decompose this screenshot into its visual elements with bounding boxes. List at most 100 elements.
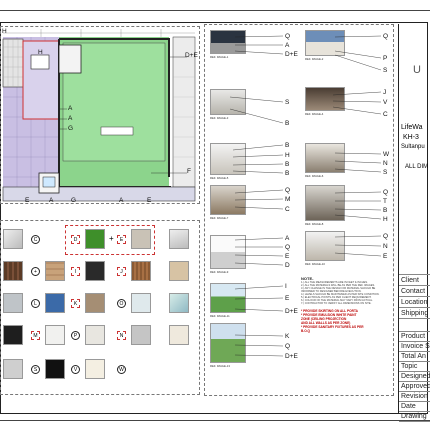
swatch-light-stone bbox=[85, 325, 105, 345]
ref-image-6 bbox=[305, 143, 345, 173]
tag-v: V bbox=[71, 365, 80, 374]
plan-tag-e-bottom-2: E bbox=[147, 197, 152, 204]
ref9-tag-e: E bbox=[285, 253, 290, 260]
ref-image-5 bbox=[210, 143, 246, 175]
ref6-tag-w: W bbox=[383, 151, 390, 158]
ref8-tag-t: T bbox=[383, 198, 387, 205]
ref4-tag-j: J bbox=[383, 89, 387, 96]
ref1-tag-a: A bbox=[285, 42, 290, 49]
plan-tag-f: F bbox=[187, 168, 191, 175]
tag-w: W bbox=[117, 365, 126, 374]
ref2-tag-p: P bbox=[383, 55, 388, 62]
row-topic: Topic bbox=[399, 362, 430, 372]
ref9-tag-a: A bbox=[285, 235, 290, 242]
notes-block: NOTE- 1.) ALL THE MEASUREMENTS ARE IN FE… bbox=[301, 276, 391, 334]
ref-image-8 bbox=[305, 185, 345, 221]
row-location: Location bbox=[399, 297, 430, 308]
ref4-tag-c: C bbox=[383, 111, 388, 118]
ref11-tag-de: D+E bbox=[285, 308, 298, 315]
ref-image-2 bbox=[305, 30, 345, 56]
row-approved: Approved bbox=[399, 383, 430, 392]
ref10-tag-n: N bbox=[383, 243, 388, 250]
company-logo: U bbox=[413, 64, 421, 76]
ref-caption-6: REF. IMAGE-6 bbox=[305, 174, 324, 178]
tag-k: K bbox=[71, 299, 80, 308]
tag-j: J bbox=[117, 267, 126, 276]
ref-image-11 bbox=[210, 283, 246, 313]
floor-plan-drawing bbox=[2, 29, 196, 202]
note-red-6: B.O.Q bbox=[301, 329, 311, 334]
reference-images-panel: REF. IMAGE-1 Q A D+E REF. IMAGE-3 S B RE… bbox=[204, 24, 394, 396]
tag-p: P bbox=[71, 331, 80, 340]
ref-caption-5: REF. IMAGE-5 bbox=[210, 176, 229, 180]
title-block: U LifeWa KH-3 Sultanpu ALL DIM Client Co… bbox=[398, 24, 430, 422]
tag-e: E bbox=[117, 235, 126, 244]
tag-l: L bbox=[31, 299, 40, 308]
row-designed: Designed bbox=[399, 373, 430, 382]
row-date: Date bbox=[399, 402, 430, 412]
company-name-3: Sultanpu bbox=[401, 144, 425, 150]
row-shipping: Shipping bbox=[399, 308, 430, 319]
row-client: Client bbox=[399, 275, 430, 286]
swatch-wood-panel bbox=[3, 261, 23, 281]
ref4-tag-v: V bbox=[383, 99, 388, 106]
swatch-ivory bbox=[85, 359, 105, 379]
ref11-tag-i: I bbox=[285, 283, 287, 290]
ref7-tag-c: C bbox=[285, 206, 290, 213]
company-name-2: KH-3 bbox=[403, 134, 419, 141]
plan-tag-a-bottom-1: A bbox=[49, 197, 54, 204]
floor-plan-panel: D+E A A G F H H E A G A E bbox=[0, 26, 200, 204]
tag-plus-2: + bbox=[31, 267, 40, 276]
dimension-note: ALL DIM bbox=[405, 164, 429, 170]
ref-caption-10: REF. IMAGE-10 bbox=[305, 262, 325, 266]
plan-tag-g: G bbox=[68, 125, 74, 132]
ref5-tag-b3: B bbox=[285, 170, 290, 177]
ref-caption-3: REF. IMAGE-3 bbox=[210, 116, 229, 120]
row-drawing: Drawing bbox=[399, 412, 430, 422]
project-info-table: Product Invoice S Total An Topic Designe… bbox=[399, 331, 430, 422]
swatch-black-granite bbox=[45, 359, 65, 379]
ref5-tag-b1: B bbox=[285, 142, 290, 149]
swatch-dark-pipes bbox=[3, 325, 23, 345]
ref5-tag-h: H bbox=[285, 152, 290, 159]
swatch-wood-planks bbox=[45, 261, 65, 281]
plan-tag-e-bottom-1: E bbox=[25, 197, 30, 204]
swatch-concrete-blocks bbox=[131, 325, 151, 345]
swatch-grass bbox=[85, 229, 105, 249]
tag-m: M bbox=[31, 331, 40, 340]
ref13-tag-k: K bbox=[285, 333, 290, 340]
ref5-tag-b2: B bbox=[285, 161, 290, 168]
ref6-tag-s: S bbox=[383, 169, 388, 176]
swatch-grey-tile bbox=[3, 359, 23, 379]
swatch-cream bbox=[169, 325, 189, 345]
note-line-8: 7.) CONTRACTOR TO VERIFY ALL DIMENSIONS … bbox=[301, 302, 372, 306]
material-swatch-panel: C D + E + I J L K O M P N S V W bbox=[0, 220, 200, 395]
swatch-blue-panel bbox=[45, 293, 65, 313]
client-info-table: Client Contact Location Shipping bbox=[399, 274, 430, 319]
ref3-tag-b: B bbox=[285, 120, 290, 127]
tag-n: N bbox=[117, 331, 126, 340]
swatch-glass bbox=[131, 293, 151, 313]
tag-o: O bbox=[117, 299, 126, 308]
ref6-tag-n: N bbox=[383, 160, 388, 167]
ref13-tag-q: Q bbox=[285, 343, 291, 350]
ref1-tag-de: D+E bbox=[285, 51, 298, 58]
ref-image-9 bbox=[210, 235, 246, 269]
plan-tag-g-bottom: G bbox=[71, 197, 77, 204]
ref3-tag-s: S bbox=[285, 99, 290, 106]
ref-caption-8: REF. IMAGE-8 bbox=[305, 222, 324, 226]
ref13-tag-de: D+E bbox=[285, 353, 298, 360]
ref-caption-7: REF. IMAGE-7 bbox=[210, 216, 229, 220]
plus-1: + bbox=[109, 234, 114, 243]
ref-caption-11: REF. IMAGE-11 bbox=[210, 314, 230, 318]
ref-image-7 bbox=[210, 185, 246, 215]
ref11-tag-e: E bbox=[285, 295, 290, 302]
ref10-tag-e: E bbox=[383, 253, 388, 260]
ref-caption-2: REF. IMAGE-2 bbox=[305, 57, 324, 61]
ref2-tag-s: S bbox=[383, 67, 388, 74]
swatch-tile-grey bbox=[3, 293, 23, 313]
ref9-tag-q: Q bbox=[285, 244, 291, 251]
plan-tag-a-2: A bbox=[68, 115, 73, 122]
company-name-1: LifeWa bbox=[401, 124, 423, 131]
ref-image-3 bbox=[210, 89, 246, 115]
